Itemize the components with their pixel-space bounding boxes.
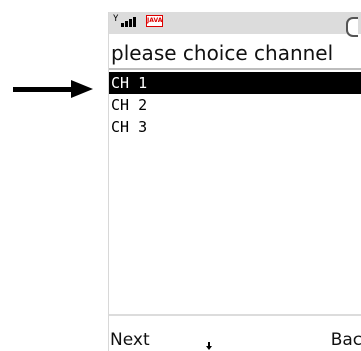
list-item-ch3[interactable]: CH 3 bbox=[109, 116, 361, 138]
signal-bar bbox=[129, 19, 132, 27]
antenna-glyph: Y bbox=[113, 14, 119, 24]
title-divider bbox=[109, 68, 361, 70]
signal-bar bbox=[133, 17, 136, 27]
list-item-ch2[interactable]: CH 2 bbox=[109, 94, 361, 116]
battery-icon bbox=[346, 17, 358, 37]
list-item-ch1[interactable]: CH 1 bbox=[109, 72, 361, 94]
pointer-arrow-shaft bbox=[13, 87, 73, 92]
down-arrow-tip bbox=[206, 346, 212, 350]
page-title: please choice channel bbox=[111, 41, 334, 65]
pointer-arrow-icon bbox=[13, 80, 93, 100]
signal-strength-icon: Y bbox=[113, 15, 139, 27]
signal-bar bbox=[125, 21, 128, 27]
java-icon: JAVA bbox=[146, 15, 163, 27]
phone-screen: Y JAVA please choice channel CH 1 CH 2 C… bbox=[108, 12, 361, 351]
softkey-divider bbox=[109, 314, 361, 316]
pointer-arrow-head bbox=[71, 80, 93, 98]
down-arrow-icon bbox=[206, 342, 212, 351]
next-softkey[interactable]: Next bbox=[110, 329, 150, 351]
signal-bar bbox=[121, 23, 124, 27]
back-softkey[interactable]: Back bbox=[331, 329, 361, 351]
status-bar: Y JAVA bbox=[109, 12, 361, 37]
